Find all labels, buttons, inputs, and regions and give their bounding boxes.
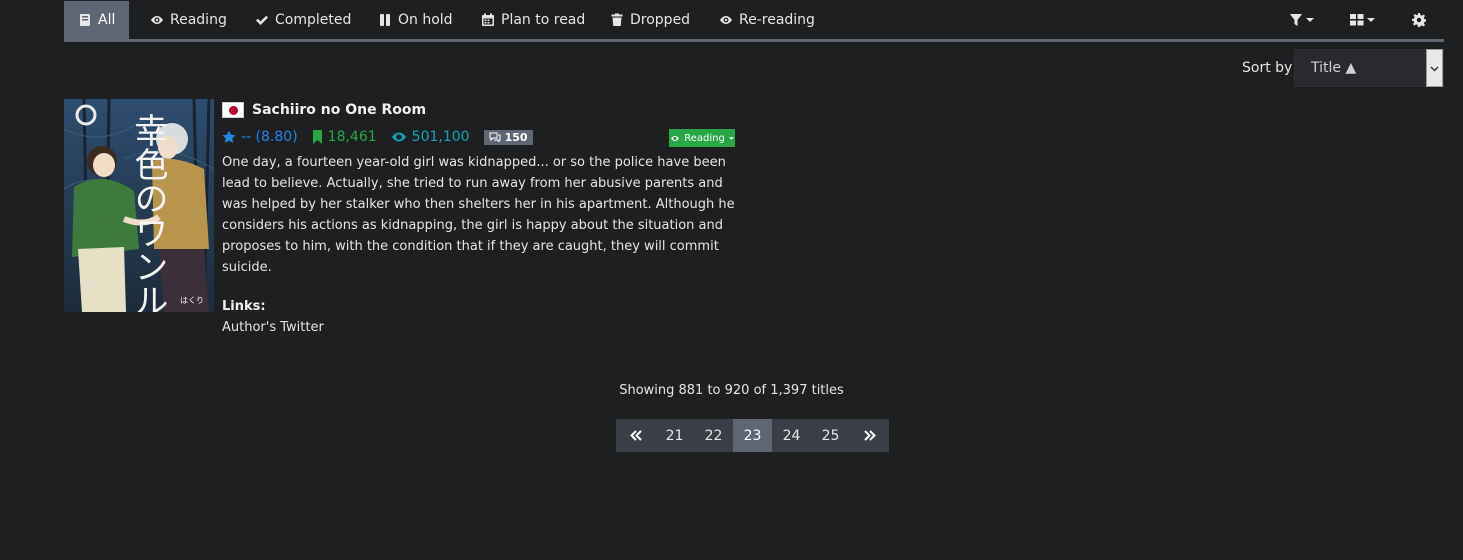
bookmark-icon — [312, 130, 322, 144]
stats-row: -- (8.80) 18,461 501,100 150 — [222, 128, 533, 146]
manga-description: One day, a fourteen year-old girl was ki… — [222, 155, 735, 275]
eye-icon — [151, 16, 163, 24]
page-button-23[interactable]: 23 — [733, 419, 772, 452]
title-row: Sachiiro no One Room — [222, 102, 426, 118]
pagination: 21 22 23 24 25 — [616, 419, 889, 452]
japan-flag-icon — [222, 102, 244, 118]
sort-select[interactable]: Title ▲ — [1294, 49, 1444, 87]
trash-icon — [611, 13, 623, 26]
tab-all[interactable]: All — [64, 1, 130, 39]
caret-down-icon — [1306, 18, 1314, 22]
last-page-button[interactable] — [850, 419, 889, 452]
rating-stat: -- (8.80) — [222, 129, 298, 145]
follows-value: 18,461 — [327, 129, 377, 145]
library-nav: All Reading Completed On hold Plan to re… — [64, 0, 1444, 42]
tab-label: Reading — [170, 12, 227, 28]
calendar-icon — [482, 13, 494, 26]
reading-status-dropdown[interactable]: Reading — [669, 129, 735, 147]
manga-title[interactable]: Sachiiro no One Room — [252, 102, 426, 118]
page-button-22[interactable]: 22 — [694, 419, 733, 452]
manga-cover[interactable]: 幸色のワンルーム はくり — [64, 99, 214, 312]
status-label: Reading — [684, 132, 725, 144]
tab-re-reading[interactable]: Re-reading — [705, 1, 829, 39]
tab-dropped[interactable]: Dropped — [596, 1, 704, 39]
views-value: 501,100 — [411, 129, 470, 145]
comments-count: 150 — [504, 130, 528, 144]
chevron-down-icon — [1430, 65, 1439, 72]
comments-badge[interactable]: 150 — [483, 129, 533, 145]
caret-down-icon — [1367, 18, 1375, 22]
tab-label: Dropped — [630, 12, 691, 28]
tab-label: Plan to read — [501, 12, 586, 28]
star-icon — [222, 130, 236, 143]
comments-icon — [489, 132, 501, 142]
sort-value: Title ▲ — [1311, 60, 1357, 76]
tab-label: All — [98, 12, 116, 28]
sort-label: Sort by — [1242, 60, 1293, 76]
grid-view-icon — [1350, 14, 1364, 26]
tab-completed[interactable]: Completed — [241, 1, 365, 39]
follows-stat: 18,461 — [312, 129, 377, 145]
cover-author: はくり — [180, 296, 204, 305]
cover-image: 幸色のワンルーム はくり — [64, 99, 214, 312]
cover-title: 幸色のワンルーム — [128, 113, 168, 312]
page-button-25[interactable]: 25 — [811, 419, 850, 452]
tab-reading[interactable]: Reading — [136, 1, 241, 39]
rating-value: -- (8.80) — [241, 129, 298, 145]
tab-label: Completed — [275, 12, 352, 28]
filter-icon — [1290, 14, 1302, 26]
double-chevron-right-icon — [863, 430, 876, 441]
first-page-button[interactable] — [616, 419, 655, 452]
tab-label: Re-reading — [739, 12, 815, 28]
page-button-24[interactable]: 24 — [772, 419, 811, 452]
double-chevron-left-icon — [629, 430, 642, 441]
caret-down-icon — [728, 136, 734, 140]
eye-icon — [720, 16, 732, 24]
book-icon — [80, 14, 90, 26]
views-stat: 501,100 — [391, 129, 470, 145]
check-icon — [256, 15, 268, 25]
gear-icon — [1412, 13, 1426, 27]
view-mode-button[interactable] — [1350, 1, 1375, 39]
links-heading: Links: — [222, 299, 266, 314]
select-arrow — [1426, 49, 1443, 87]
tab-plan-to-read[interactable]: Plan to read — [467, 1, 599, 39]
author-twitter-link[interactable]: Author's Twitter — [222, 320, 324, 335]
settings-button[interactable] — [1412, 1, 1426, 39]
results-count: Showing 881 to 920 of 1,397 titles — [619, 383, 844, 398]
filter-button[interactable] — [1289, 1, 1314, 39]
tab-on-hold[interactable]: On hold — [364, 1, 467, 39]
tab-label: On hold — [398, 12, 453, 28]
eye-icon — [671, 135, 680, 141]
page-button-21[interactable]: 21 — [655, 419, 694, 452]
eye-icon — [391, 132, 406, 142]
pause-icon — [380, 14, 390, 26]
